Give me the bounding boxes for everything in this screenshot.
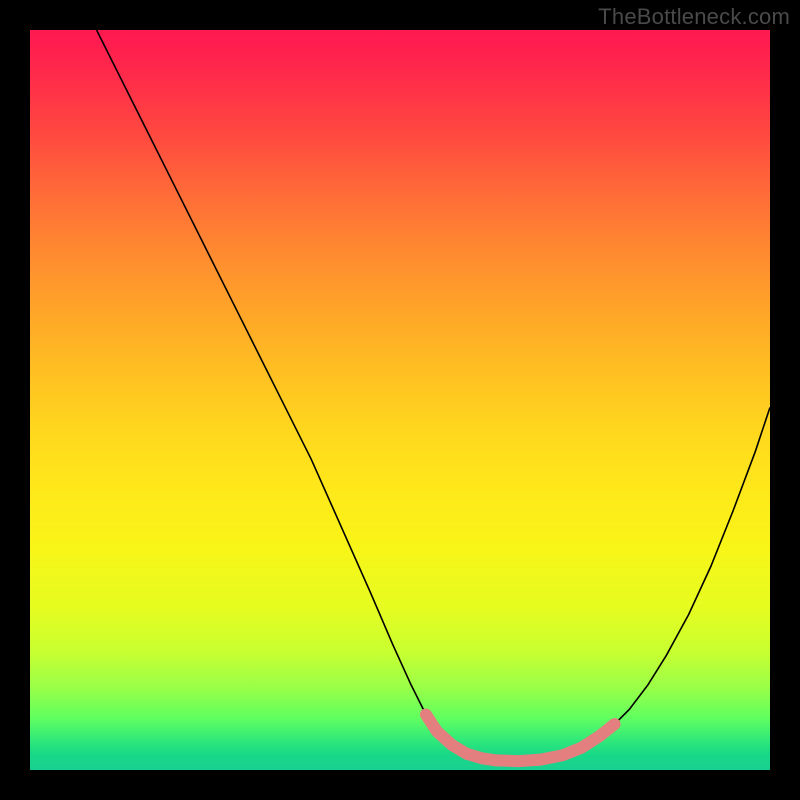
- chart-frame: TheBottleneck.com: [0, 0, 800, 800]
- highlight-segment: [426, 715, 615, 762]
- curves-svg: [30, 30, 770, 770]
- valley-curve: [97, 30, 770, 761]
- plot-area: [30, 30, 770, 770]
- watermark-label: TheBottleneck.com: [598, 4, 790, 30]
